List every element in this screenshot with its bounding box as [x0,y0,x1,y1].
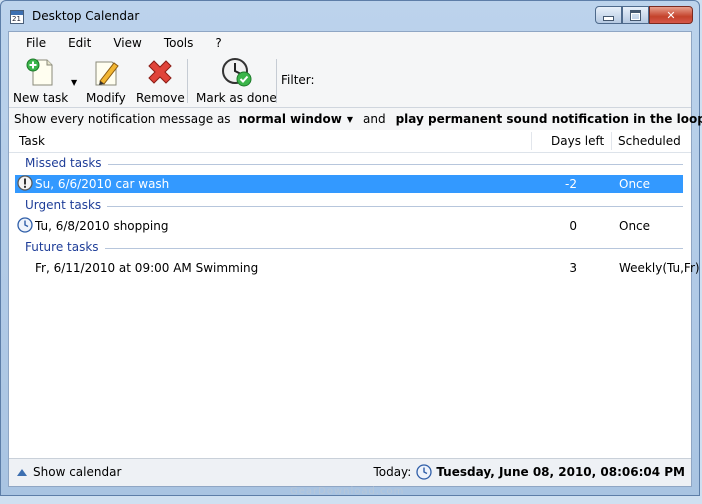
table-row[interactable]: Su, 6/6/2010 car wash -2 Once [15,175,683,193]
group-divider [107,163,683,165]
minimize-button[interactable] [595,6,622,24]
client-area: File Edit View Tools ? New task ▼ Modify… [8,31,702,487]
task-list[interactable]: Task Days left Scheduled Missed tasks Su… [9,130,700,458]
today-label: Today: [373,465,412,479]
warning-icon [17,175,33,191]
group-future-tasks[interactable]: Future tasks [25,238,683,256]
pencil-icon [95,61,119,86]
window-title: Desktop Calendar [32,9,140,23]
notification-settings-bar: Show every notification message as norma… [9,107,702,131]
task-days-left: -2 [565,177,577,191]
task-scheduled: Weekly(Tu,Fr) [619,261,700,275]
column-divider[interactable] [531,132,532,150]
menu-edit[interactable]: Edit [58,36,101,50]
new-document-icon [26,58,53,86]
new-task-button[interactable]: New task [13,57,68,105]
clock-check-icon [222,58,252,87]
today-value: Tuesday, June 08, 2010, 08:06:04 PM [436,465,685,479]
menu-tools[interactable]: Tools [154,36,204,50]
table-row[interactable]: Tu, 6/8/2010 shopping 0 Once [15,217,683,235]
group-label: Missed tasks [25,156,102,170]
status-bar: Show calendar Today: Tuesday, June 08, 2… [9,458,691,486]
maximize-button[interactable] [622,6,649,24]
group-urgent-tasks[interactable]: Urgent tasks [25,196,683,214]
menu-file[interactable]: File [16,36,56,50]
chevron-up-icon [17,468,27,476]
notification-mode-dropdown[interactable]: normal window [239,112,342,126]
column-divider[interactable] [611,132,612,150]
group-divider [104,247,683,249]
remove-button[interactable]: Remove [136,57,185,105]
remove-label: Remove [136,91,185,105]
menu-view[interactable]: View [103,36,151,50]
mark-as-done-button[interactable]: Mark as done [196,57,277,105]
app-icon-text: 21 [12,15,21,23]
sound-mode-dropdown[interactable]: play permanent sound notification in the… [396,112,702,126]
minimize-icon [603,15,614,21]
menu-help[interactable]: ? [205,36,231,50]
caption-buttons: ✕ [595,6,693,24]
chevron-down-icon[interactable]: ▼ [347,115,353,124]
mark-as-done-label: Mark as done [196,91,277,105]
task-title: Su, 6/6/2010 car wash [35,177,170,191]
clock-icon [17,217,33,233]
toolbar: New task ▼ Modify Remove Mark as done Fi… [9,53,691,107]
column-header-days-left[interactable]: Days left [551,134,604,148]
toolbar-separator [187,59,188,103]
group-label: Urgent tasks [25,198,102,212]
app-window: 21 Desktop Calendar ✕ File Edit View Too… [0,0,702,496]
toolbar-separator [276,59,277,103]
clock-icon [416,464,432,480]
group-missed-tasks[interactable]: Missed tasks [25,154,683,172]
group-divider [107,205,683,207]
show-calendar-label: Show calendar [33,465,122,479]
column-header-task[interactable]: Task [19,134,45,148]
today-display: Today: Tuesday, June 08, 2010, 08:06:04 … [373,464,685,480]
menu-bar: File Edit View Tools ? [9,32,691,53]
task-title: Tu, 6/8/2010 shopping [35,219,169,233]
calendar-app-icon: 21 [10,10,24,24]
task-days-left: 3 [569,261,577,275]
task-days-left: 0 [569,219,577,233]
notification-prefix: Show every notification message as [14,112,231,126]
list-header: Task Days left Scheduled [9,130,691,153]
remove-icon [148,60,173,84]
filter-label: Filter: [281,73,315,87]
task-scheduled: Once [619,177,651,191]
modify-label: Modify [86,91,126,105]
notification-and: and [362,112,386,126]
new-task-label: New task [13,91,69,105]
title-bar[interactable]: 21 Desktop Calendar ✕ [1,1,699,31]
group-label: Future tasks [25,240,99,254]
table-row[interactable]: Fr, 6/11/2010 at 09:00 AM Swimming 3 Wee… [15,259,700,277]
task-title: Fr, 6/11/2010 at 09:00 AM Swimming [35,261,259,275]
watermark: GearDownload.com [290,486,405,497]
close-icon: ✕ [666,8,676,22]
close-button[interactable]: ✕ [649,6,693,24]
column-header-scheduled[interactable]: Scheduled [618,134,681,148]
new-task-dropdown-arrow[interactable]: ▼ [71,78,77,87]
show-calendar-button[interactable]: Show calendar [17,465,121,479]
modify-button[interactable]: Modify [86,57,126,105]
maximize-icon [630,9,641,21]
task-scheduled: Once [619,219,651,233]
